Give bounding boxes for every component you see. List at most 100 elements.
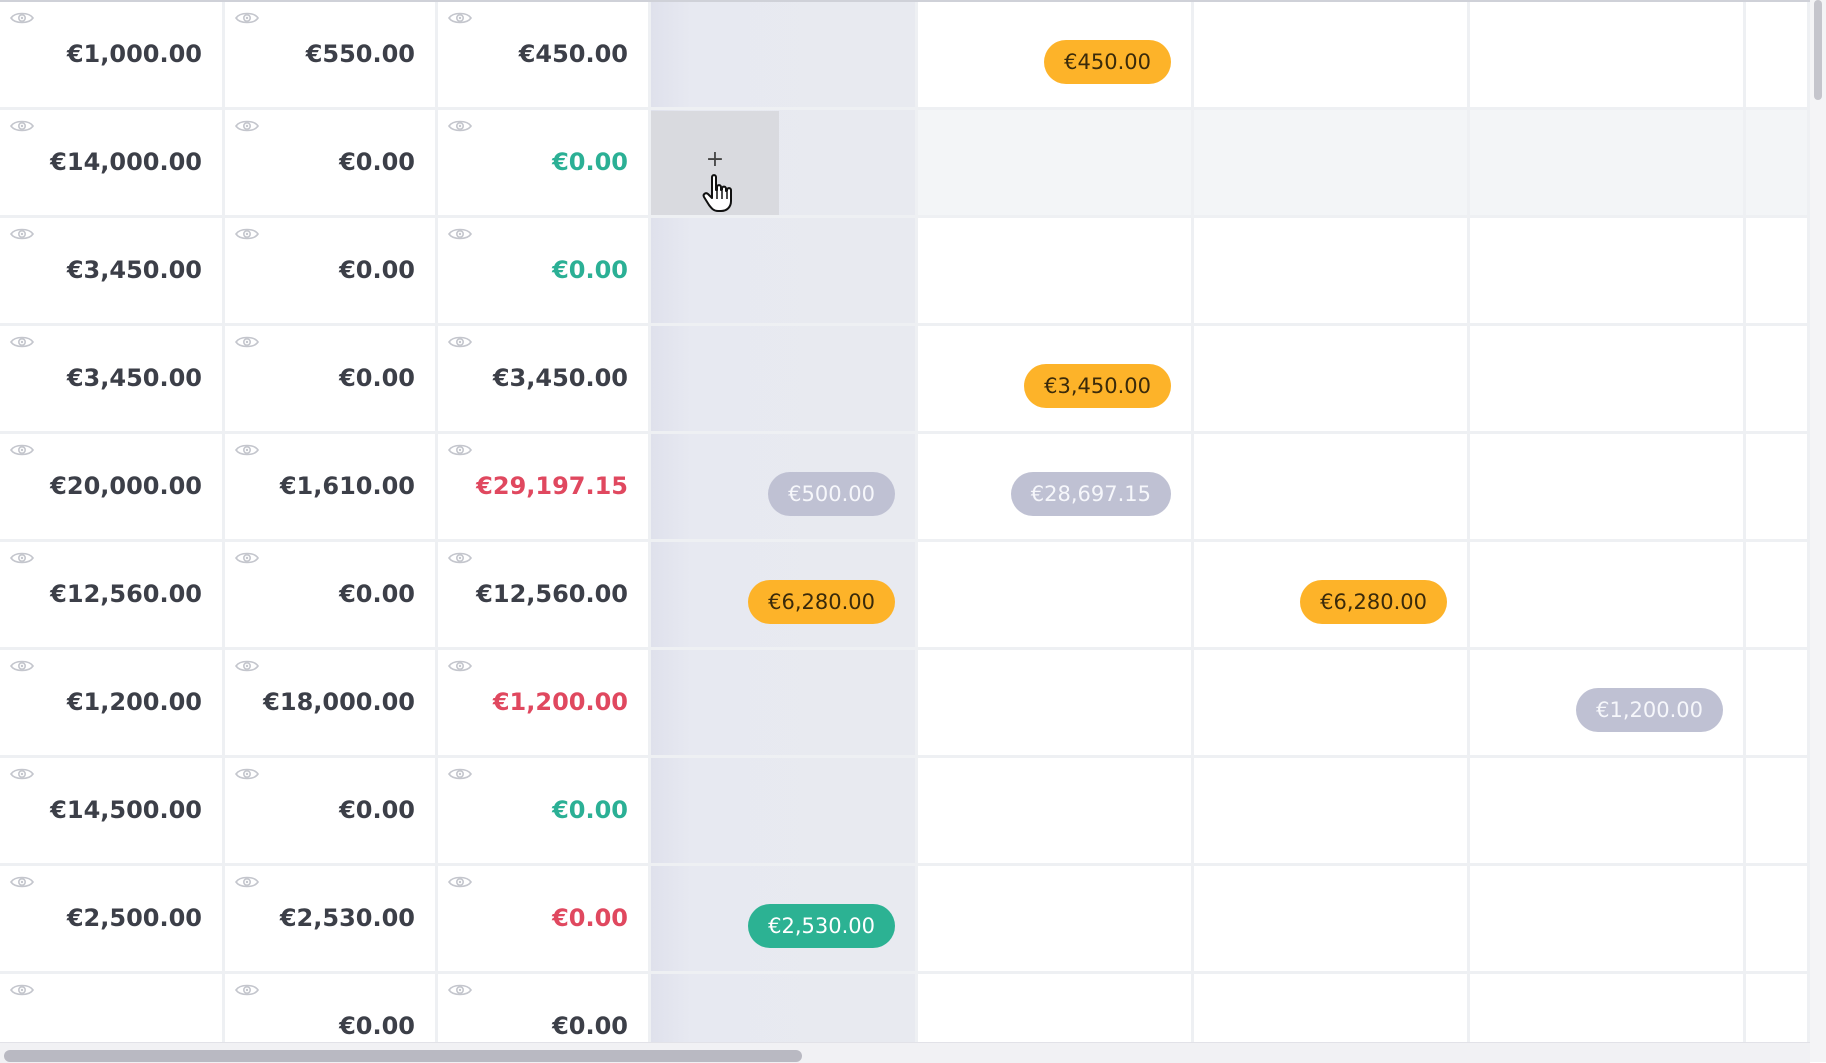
payment-cell-5[interactable]	[1746, 110, 1810, 218]
eye-icon[interactable]	[235, 658, 259, 672]
payment-cell-3[interactable]	[1194, 326, 1470, 434]
payment-badge[interactable]: €2,530.00	[748, 904, 895, 948]
payment-cell-2[interactable]	[918, 758, 1194, 866]
payment-badge[interactable]: €6,280.00	[748, 580, 895, 624]
eye-icon[interactable]	[448, 118, 472, 132]
eye-icon[interactable]	[448, 334, 472, 348]
horizontal-scrollbar-thumb[interactable]	[4, 1050, 802, 1062]
payment-cell-3[interactable]	[1194, 2, 1470, 110]
payment-cell-2[interactable]: €28,697.15	[918, 434, 1194, 542]
vertical-scrollbar-thumb[interactable]	[1814, 0, 1822, 100]
eye-icon[interactable]	[10, 226, 34, 240]
eye-icon[interactable]	[10, 874, 34, 888]
payment-cell-3[interactable]	[1194, 650, 1470, 758]
payment-badge[interactable]: €450.00	[1044, 40, 1171, 84]
payment-cell-1[interactable]: €6,280.00	[651, 542, 918, 650]
payment-badge[interactable]: €3,450.00	[1024, 364, 1171, 408]
table-row[interactable]: €1,000.00 €550.00 €450.00 €450.00	[0, 2, 1810, 110]
payment-cell-3[interactable]	[1194, 110, 1470, 218]
table-row[interactable]: €14,000.00 €0.00 €0.00	[0, 110, 1810, 218]
eye-icon[interactable]	[235, 766, 259, 780]
eye-icon[interactable]	[235, 442, 259, 456]
payment-badge[interactable]: €500.00	[768, 472, 895, 516]
payment-cell-4[interactable]	[1470, 866, 1746, 974]
payment-cell-4[interactable]	[1470, 974, 1746, 1042]
eye-icon[interactable]	[10, 658, 34, 672]
payment-cell-2[interactable]	[918, 110, 1194, 218]
eye-icon[interactable]	[448, 10, 472, 24]
table-row[interactable]: €1,200.00 €18,000.00 €1,200.00 €1,200.00	[0, 650, 1810, 758]
payment-cell-5[interactable]	[1746, 218, 1810, 326]
table-row[interactable]: €2,500.00 €2,530.00 €0.00 €2,530.00	[0, 866, 1810, 974]
eye-icon[interactable]	[448, 766, 472, 780]
payment-badge[interactable]: €28,697.15	[1010, 472, 1171, 516]
table-row[interactable]: €3,450.00 €0.00 €3,450.00 €3,450.00	[0, 326, 1810, 434]
eye-icon[interactable]	[235, 334, 259, 348]
payment-cell-5[interactable]	[1746, 434, 1810, 542]
payment-cell-2[interactable]: €3,450.00	[918, 326, 1194, 434]
add-plus-icon[interactable]: +	[706, 149, 724, 171]
payment-cell-2[interactable]	[918, 650, 1194, 758]
table-row[interactable]: €20,000.00 €1,610.00 €29,197.15 €500.00 €28,…	[0, 434, 1810, 542]
payment-cell-4[interactable]	[1470, 218, 1746, 326]
eye-icon[interactable]	[448, 982, 472, 996]
payment-cell-1[interactable]	[651, 650, 918, 758]
payment-cell-4[interactable]	[1470, 326, 1746, 434]
eye-icon[interactable]	[235, 982, 259, 996]
eye-icon[interactable]	[10, 550, 34, 564]
payment-cell-1[interactable]	[651, 2, 918, 110]
eye-icon[interactable]	[235, 226, 259, 240]
eye-icon[interactable]	[235, 874, 259, 888]
table-row[interactable]: €12,560.00 €0.00 €12,560.00 €6,280.00 €6,280…	[0, 542, 1810, 650]
payment-cell-4[interactable]	[1470, 758, 1746, 866]
table-row[interactable]: €3,450.00 €0.00 €0.00	[0, 218, 1810, 326]
eye-icon[interactable]	[448, 550, 472, 564]
table-row[interactable]: €14,500.00 €0.00 €0.00	[0, 758, 1810, 866]
eye-icon[interactable]	[10, 442, 34, 456]
payment-badge[interactable]: €1,200.00	[1576, 688, 1723, 732]
payment-cell-2[interactable]	[918, 218, 1194, 326]
payment-cell-4[interactable]	[1470, 434, 1746, 542]
payment-cell-1[interactable]: €2,530.00	[651, 866, 918, 974]
payment-cell-1[interactable]	[651, 974, 918, 1042]
eye-icon[interactable]	[10, 334, 34, 348]
payment-cell-2[interactable]	[918, 866, 1194, 974]
payment-cell-1[interactable]	[651, 218, 918, 326]
payment-cell-1[interactable]	[651, 758, 918, 866]
table-row[interactable]: €0.00 €0.00	[0, 974, 1810, 1042]
payment-cell-3[interactable]	[1194, 758, 1470, 866]
payment-cell-3[interactable]	[1194, 974, 1470, 1042]
payment-cell-3[interactable]: €6,280.00	[1194, 542, 1470, 650]
payment-cell-2[interactable]	[918, 974, 1194, 1042]
payment-cell-5[interactable]	[1746, 542, 1810, 650]
payment-cell-3[interactable]	[1194, 866, 1470, 974]
payment-badge[interactable]: €6,280.00	[1300, 580, 1447, 624]
eye-icon[interactable]	[448, 874, 472, 888]
payment-cell-5[interactable]	[1746, 650, 1810, 758]
eye-icon[interactable]	[10, 766, 34, 780]
payment-cell-4[interactable]	[1470, 2, 1746, 110]
payment-cell-5[interactable]	[1746, 2, 1810, 110]
vertical-scrollbar-track[interactable]	[1810, 0, 1826, 1062]
eye-icon[interactable]	[448, 658, 472, 672]
payment-cell-1[interactable]	[651, 326, 918, 434]
eye-icon[interactable]	[235, 10, 259, 24]
eye-icon[interactable]	[448, 442, 472, 456]
eye-icon[interactable]	[235, 118, 259, 132]
payment-cell-1[interactable]: €500.00	[651, 434, 918, 542]
eye-icon[interactable]	[448, 226, 472, 240]
payment-cell-5[interactable]	[1746, 974, 1810, 1042]
payment-cell-3[interactable]	[1194, 218, 1470, 326]
payment-cell-5[interactable]	[1746, 326, 1810, 434]
payment-cell-5[interactable]	[1746, 866, 1810, 974]
payment-cell-4[interactable]: €1,200.00	[1470, 650, 1746, 758]
payment-cell-5[interactable]	[1746, 758, 1810, 866]
payment-cell-2[interactable]: €450.00	[918, 2, 1194, 110]
payment-cell-4[interactable]	[1470, 110, 1746, 218]
eye-icon[interactable]	[10, 118, 34, 132]
payment-cell-4[interactable]	[1470, 542, 1746, 650]
payment-cell-2[interactable]	[918, 542, 1194, 650]
eye-icon[interactable]	[10, 10, 34, 24]
eye-icon[interactable]	[10, 982, 34, 996]
payment-cell-3[interactable]	[1194, 434, 1470, 542]
